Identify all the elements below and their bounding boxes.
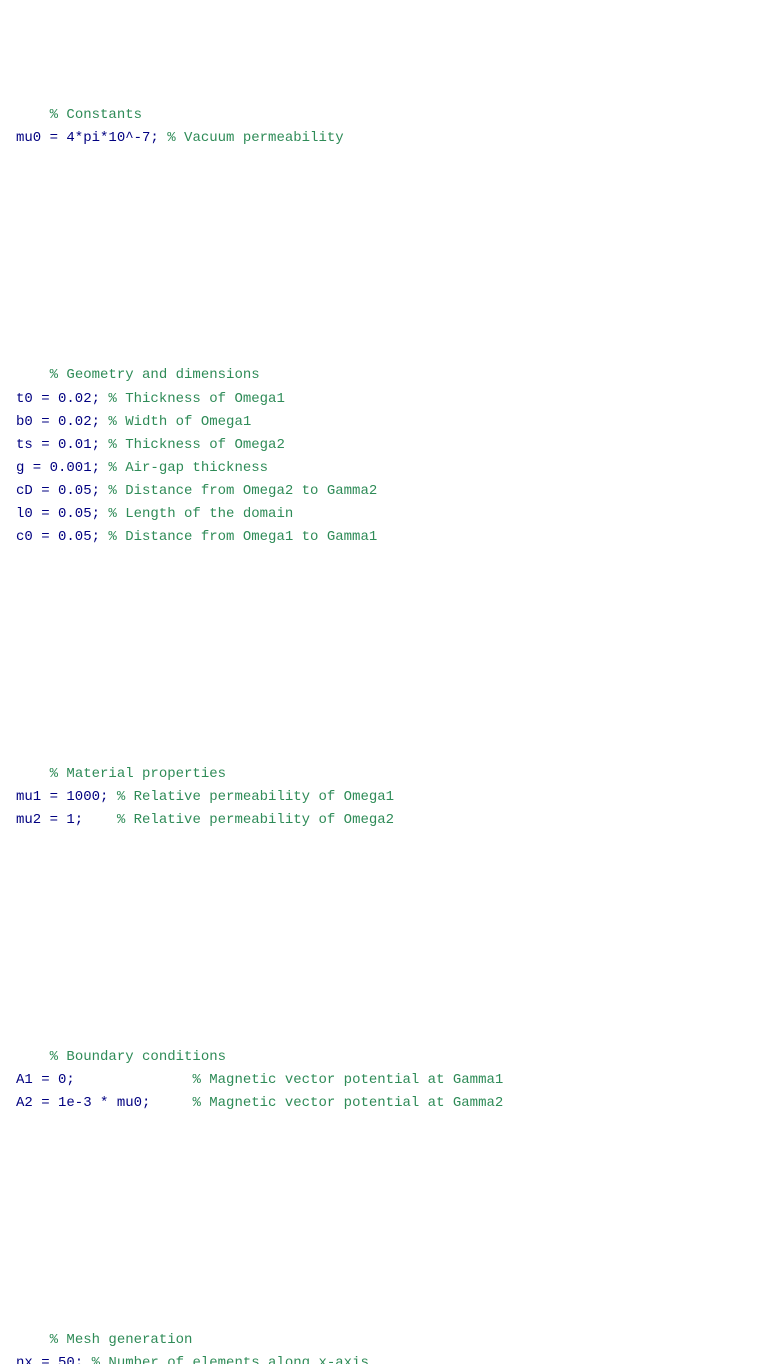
geometry-ts-comment: % Thickness of Omega2 (108, 437, 284, 453)
material-section-comment: % Material properties (50, 766, 226, 782)
constants-mu0-comment: % Vacuum permeability (167, 130, 343, 146)
mesh-section: % Mesh generation nx = 50; % Number of e… (16, 1306, 741, 1364)
geometry-l0-code: l0 = 0.05; (16, 506, 108, 522)
material-mu1-comment: % Relative permeability of Omega1 (117, 789, 394, 805)
boundary-section-comment: % Boundary conditions (50, 1049, 226, 1065)
geometry-section-comment: % Geometry and dimensions (50, 367, 260, 383)
geometry-g-comment: % Air-gap thickness (108, 460, 268, 476)
boundary-A2-code: A2 = 1e-3 * mu0; (16, 1095, 192, 1111)
constants-section-comment: % Constants (50, 107, 142, 123)
material-mu1-code: mu1 = 1000; (16, 789, 117, 805)
mesh-nx-comment: % Number of elements along x-axis (92, 1355, 369, 1364)
geometry-c0-code: c0 = 0.05; (16, 529, 108, 545)
geometry-b0-code: b0 = 0.02; (16, 414, 108, 430)
boundary-section: % Boundary conditions A1 = 0; % Magnetic… (16, 1023, 741, 1138)
constants-mu0-code: mu0 = 4*pi*10^-7; (16, 130, 167, 146)
geometry-t0-code: t0 = 0.02; (16, 391, 108, 407)
geometry-t0-comment: % Thickness of Omega1 (108, 391, 284, 407)
material-mu2-comment: % Relative permeability of Omega2 (117, 812, 394, 828)
mesh-nx-code: nx = 50; (16, 1355, 92, 1364)
material-mu2-code: mu2 = 1; (16, 812, 117, 828)
mesh-section-comment: % Mesh generation (50, 1332, 193, 1348)
geometry-cD-comment: % Distance from Omega2 to Gamma2 (108, 483, 377, 499)
geometry-g-code: g = 0.001; (16, 460, 108, 476)
geometry-b0-comment: % Width of Omega1 (108, 414, 251, 430)
code-editor: % Constants mu0 = 4*pi*10^-7; % Vacuum p… (16, 12, 741, 1364)
geometry-section: % Geometry and dimensions t0 = 0.02; % T… (16, 341, 741, 572)
material-section: % Material properties mu1 = 1000; % Rela… (16, 740, 741, 855)
geometry-ts-code: ts = 0.01; (16, 437, 108, 453)
geometry-cD-code: cD = 0.05; (16, 483, 108, 499)
constants-section: % Constants mu0 = 4*pi*10^-7; % Vacuum p… (16, 81, 741, 173)
boundary-A2-comment: % Magnetic vector potential at Gamma2 (192, 1095, 503, 1111)
boundary-A1-comment: % Magnetic vector potential at Gamma1 (192, 1072, 503, 1088)
geometry-l0-comment: % Length of the domain (108, 506, 293, 522)
geometry-c0-comment: % Distance from Omega1 to Gamma1 (108, 529, 377, 545)
boundary-A1-code: A1 = 0; (16, 1072, 192, 1088)
